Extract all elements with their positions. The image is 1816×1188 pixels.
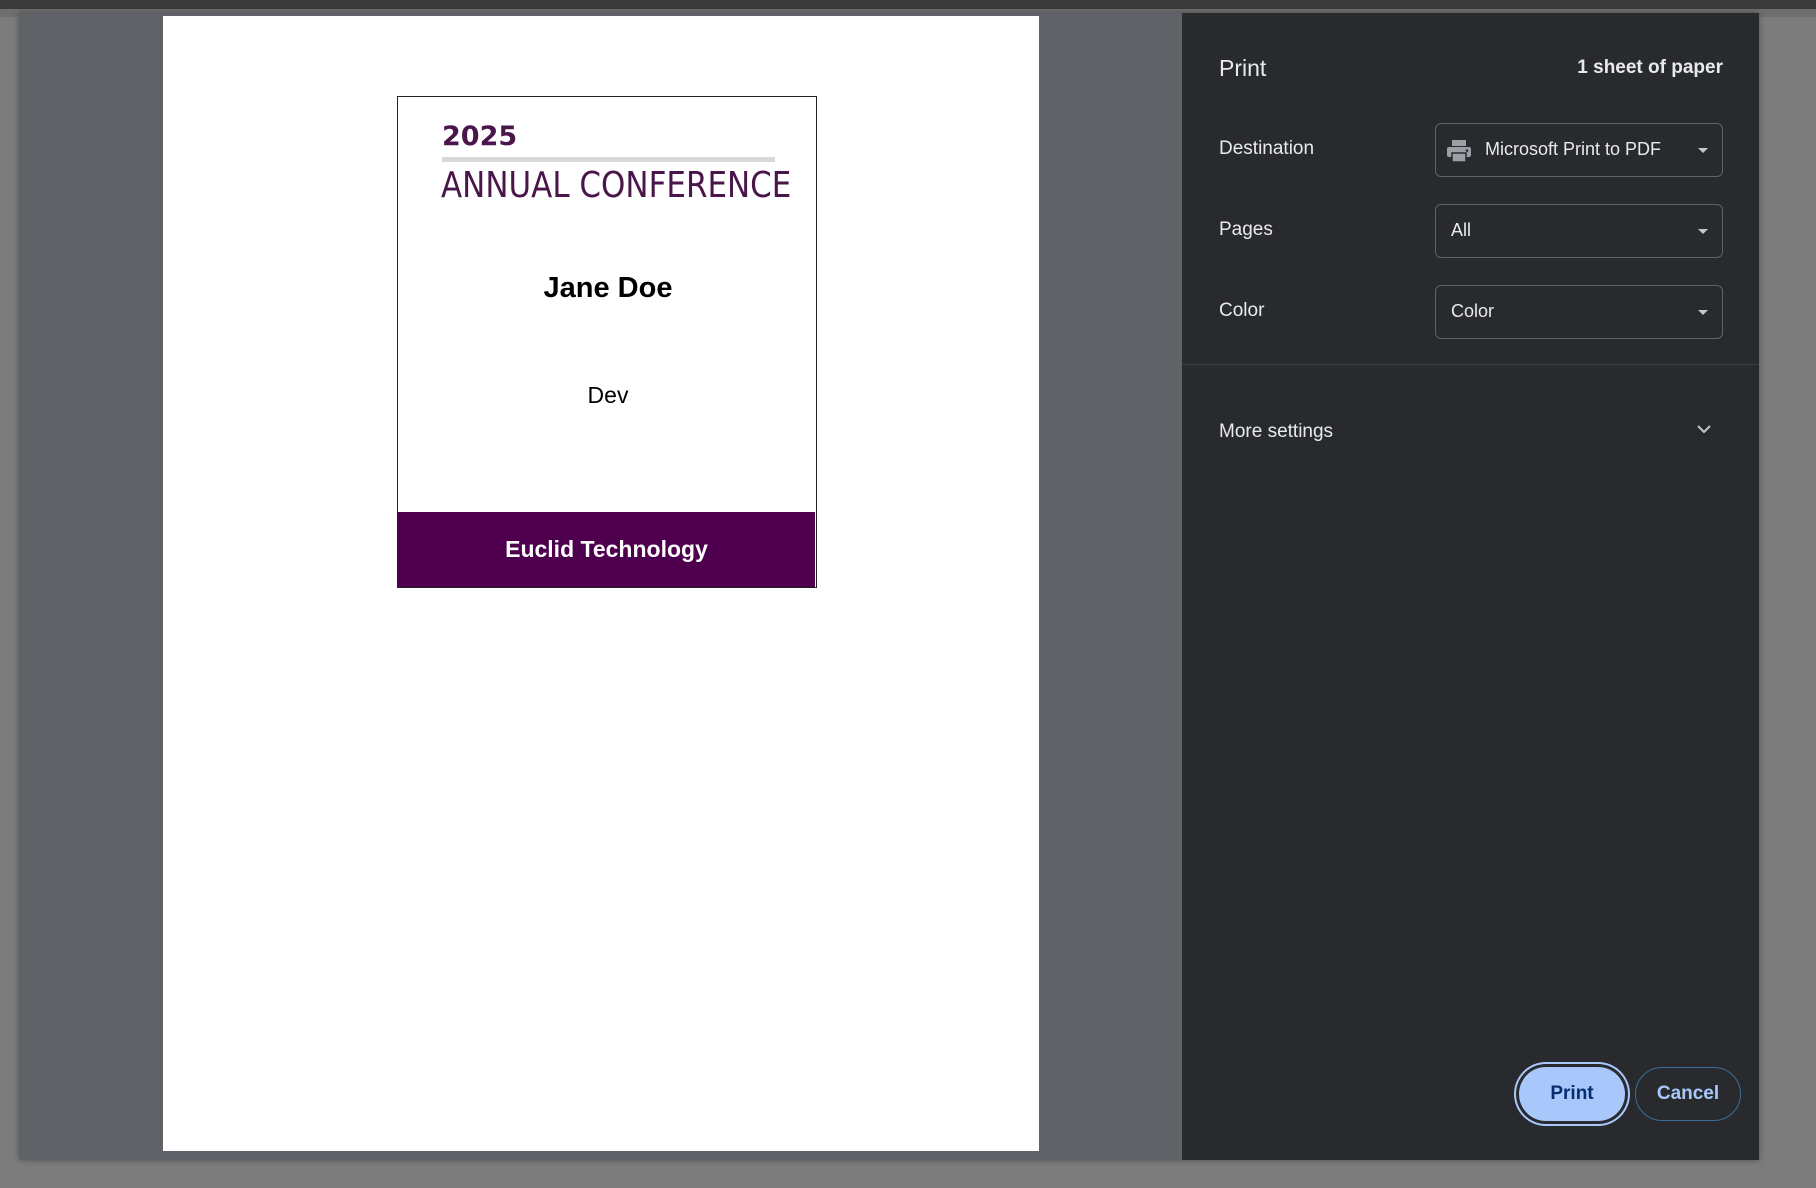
badge-divider [442, 157, 775, 162]
print-dialog: 2025 ANNUAL CONFERENCE Jane Doe Dev Eucl… [19, 13, 1759, 1160]
color-label: Color [1219, 300, 1265, 321]
color-row: Color Color [1219, 285, 1723, 339]
color-select[interactable]: Color [1435, 285, 1723, 339]
chevron-down-icon [1697, 425, 1711, 434]
color-value: Color [1451, 301, 1495, 321]
badge-attendee-role: Dev [587, 382, 629, 408]
more-settings-toggle[interactable]: More settings [1219, 409, 1723, 459]
badge-company-banner: Euclid Technology [398, 512, 815, 587]
print-header: Print 1 sheet of paper [1219, 55, 1723, 85]
pages-value: All [1451, 220, 1472, 240]
print-title: Print [1219, 55, 1267, 81]
pages-label: Pages [1219, 219, 1273, 240]
caret-down-icon [1698, 310, 1708, 315]
name-badge: 2025 ANNUAL CONFERENCE Jane Doe Dev Eucl… [397, 96, 817, 588]
pages-select[interactable]: All [1435, 204, 1723, 258]
badge-year: 2025 [442, 121, 518, 152]
destination-label: Destination [1219, 138, 1315, 159]
settings-divider [1182, 364, 1759, 365]
print-button[interactable]: Print [1519, 1067, 1625, 1121]
caret-down-icon [1698, 148, 1708, 153]
caret-down-icon [1698, 229, 1708, 234]
badge-company-name: Euclid Technology [505, 536, 708, 562]
printer-icon [1447, 140, 1471, 163]
window-top-bar [0, 0, 1816, 9]
print-preview-area[interactable]: 2025 ANNUAL CONFERENCE Jane Doe Dev Eucl… [19, 13, 1182, 1160]
pages-row: Pages All [1219, 204, 1723, 258]
more-settings-label: More settings [1219, 421, 1334, 442]
destination-select[interactable]: Microsoft Print to PDF [1435, 123, 1723, 177]
preview-page: 2025 ANNUAL CONFERENCE Jane Doe Dev Eucl… [163, 16, 1039, 1151]
sheet-count: 1 sheet of paper [1577, 57, 1723, 78]
destination-value: Microsoft Print to PDF [1485, 139, 1662, 159]
print-settings-panel: Print 1 sheet of paper Destination Micro… [1182, 13, 1759, 1160]
badge-conference-title: ANNUAL CONFERENCE [441, 165, 792, 206]
destination-row: Destination Microsoft Print to PDF [1219, 123, 1723, 177]
cancel-button[interactable]: Cancel [1635, 1067, 1741, 1121]
badge-attendee-name: Jane Doe [543, 272, 673, 304]
